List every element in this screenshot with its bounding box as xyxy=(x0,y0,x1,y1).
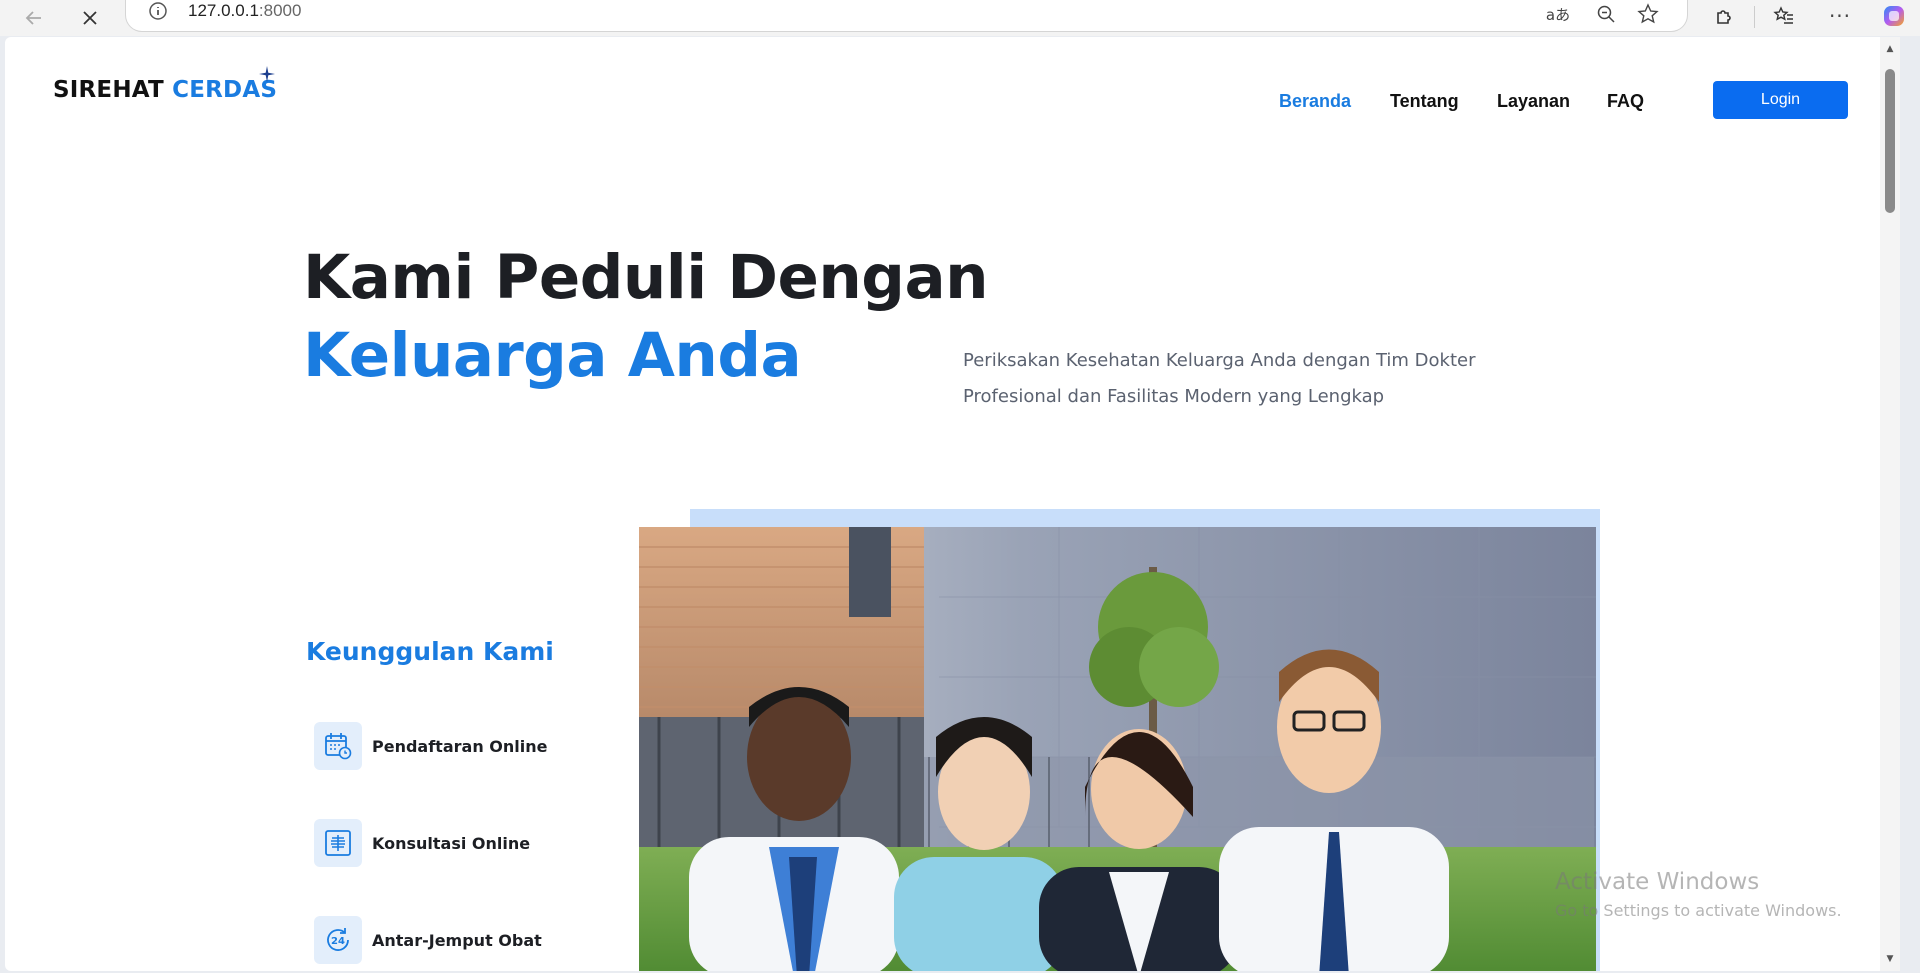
sparkle-icon xyxy=(259,66,275,82)
activation-watermark-text: Go to Settings to activate Windows. xyxy=(1555,901,1842,920)
activation-watermark-title: Activate Windows xyxy=(1555,869,1760,895)
login-button[interactable]: Login xyxy=(1713,81,1848,119)
site-info-icon[interactable] xyxy=(148,1,168,25)
address-bar[interactable]: 127.0.0.1:8000 aあ xyxy=(125,0,1688,32)
page-viewport: SIREHAT CERDAS Beranda Tentang Layanan F… xyxy=(5,37,1900,971)
url-port: :8000 xyxy=(258,1,302,20)
page-scrollbar[interactable]: ▲ ▼ xyxy=(1880,37,1900,971)
hero-description-line1: Periksakan Kesehatan Keluarga Anda denga… xyxy=(963,350,1476,371)
nav-tentang[interactable]: Tentang xyxy=(1390,91,1459,112)
nav-beranda[interactable]: Beranda xyxy=(1279,91,1351,112)
hero-title-line2: Keluarga Anda xyxy=(303,320,802,391)
brand-logo[interactable]: SIREHAT CERDAS xyxy=(53,77,277,103)
hero-description: Periksakan Kesehatan Keluarga Anda denga… xyxy=(963,343,1523,415)
url-host: 127.0.0.1 xyxy=(188,1,259,20)
back-icon[interactable] xyxy=(20,4,48,32)
advantage-label: Konsultasi Online xyxy=(372,833,531,853)
advantages-title: Keunggulan Kami xyxy=(306,637,554,666)
advantage-item: Pendaftaran Online xyxy=(314,722,547,770)
translate-icon[interactable]: aあ xyxy=(1544,0,1572,28)
toolbar-divider xyxy=(1754,6,1755,28)
xray-icon xyxy=(314,819,362,867)
browser-toolbar: 127.0.0.1:8000 aあ ··· xyxy=(0,0,1920,36)
24-hour-icon: 24 xyxy=(314,916,362,964)
stop-loading-icon[interactable] xyxy=(76,4,104,32)
advantage-item: Konsultasi Online xyxy=(314,819,530,867)
favorite-star-icon[interactable] xyxy=(1634,0,1662,28)
scroll-up-icon[interactable]: ▲ xyxy=(1884,43,1896,55)
favorites-icon[interactable] xyxy=(1770,2,1798,30)
svg-text:24: 24 xyxy=(331,936,345,947)
advantage-item: 24 Antar-Jemput Obat xyxy=(314,916,542,964)
calendar-clock-icon xyxy=(314,722,362,770)
address-url[interactable]: 127.0.0.1:8000 xyxy=(188,1,301,21)
extensions-icon[interactable] xyxy=(1710,2,1738,30)
nav-faq[interactable]: FAQ xyxy=(1607,91,1644,112)
hero-title-line1: Kami Peduli Dengan xyxy=(303,242,989,313)
scroll-down-icon[interactable]: ▼ xyxy=(1884,953,1896,965)
advantage-label: Antar-Jemput Obat xyxy=(372,930,542,950)
hero-description-line2: Profesional dan Fasilitas Modern yang Le… xyxy=(963,386,1385,407)
copilot-icon[interactable] xyxy=(1880,2,1908,30)
scroll-thumb[interactable] xyxy=(1885,69,1895,213)
more-menu-icon[interactable]: ··· xyxy=(1826,2,1854,30)
brand-name-part1: SIREHAT xyxy=(53,77,164,103)
advantage-label: Pendaftaran Online xyxy=(372,736,548,756)
nav-layanan[interactable]: Layanan xyxy=(1497,91,1570,112)
doctors-team-photo xyxy=(639,527,1596,971)
zoom-out-icon[interactable] xyxy=(1592,0,1620,28)
